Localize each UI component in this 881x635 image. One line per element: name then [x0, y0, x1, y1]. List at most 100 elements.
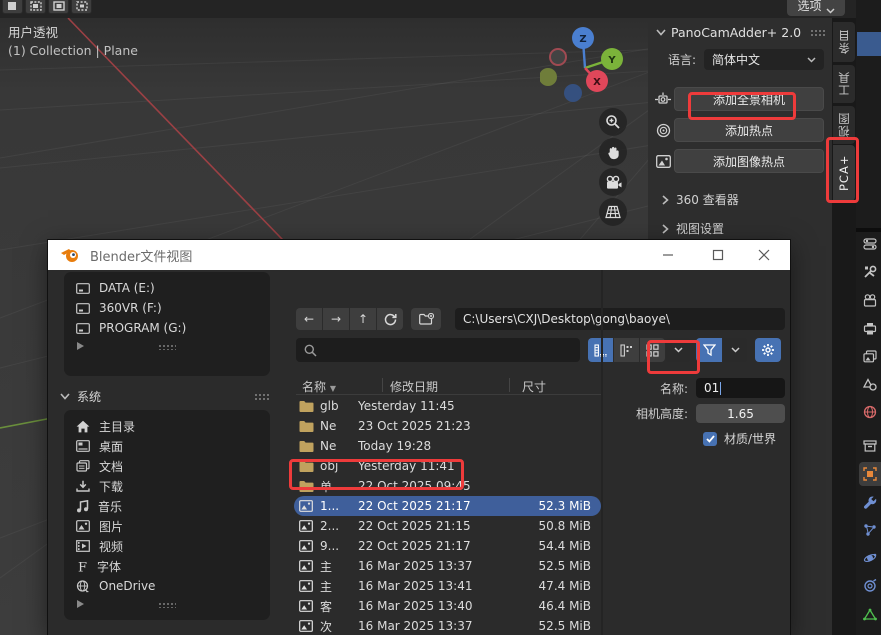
file-list-header: 名称 ▼ 修改日期 尺寸	[296, 376, 601, 395]
sidebar-item-fonts[interactable]: F 字体	[64, 556, 270, 576]
outliner-selected-row[interactable]	[857, 32, 881, 56]
column-name[interactable]: 名称 ▼	[302, 378, 336, 395]
hotspot-target-icon	[652, 123, 674, 138]
axis-neg-y	[540, 68, 557, 86]
system-box: 主目录 桌面 文档 下载	[64, 410, 270, 620]
maximize-button[interactable]	[696, 240, 740, 270]
file-list: glbYesterday 11:45 Ne23 Oct 2025 21:23 N…	[294, 396, 601, 635]
new-folder-button[interactable]	[411, 308, 441, 330]
folder-icon	[298, 460, 314, 472]
tab-tool-icon[interactable]	[859, 260, 881, 284]
panel-divider[interactable]	[601, 270, 603, 635]
refresh-button[interactable]	[377, 308, 403, 330]
tab-particles-icon[interactable]	[859, 518, 881, 542]
navigation-gizmo[interactable]: Z Y X	[540, 22, 650, 114]
zoom-tool[interactable]	[599, 108, 627, 136]
close-button[interactable]	[742, 240, 786, 270]
camera-height-field[interactable]: 1.65	[696, 404, 785, 423]
panel-drag-dots[interactable]	[810, 29, 826, 36]
tab-world-icon[interactable]	[859, 400, 881, 424]
system-expand-row[interactable]	[64, 596, 270, 613]
forward-button[interactable]: →	[323, 308, 349, 330]
tab-view[interactable]: 视图	[833, 106, 855, 144]
material-world-checkbox[interactable]	[703, 432, 717, 446]
column-date[interactable]: 修改日期	[390, 378, 438, 395]
tab-view-layer-icon[interactable]	[859, 344, 881, 368]
file-row[interactable]: 客16 Mar 2025 13:4046.4 MiB	[294, 596, 601, 616]
volume-360vr-f[interactable]: 360VR (F:)	[64, 298, 270, 318]
dialog-title: Blender文件视图	[90, 246, 192, 265]
name-input[interactable]: 01	[696, 378, 785, 398]
sidebar-item-desktop[interactable]: 桌面	[64, 436, 270, 456]
column-size[interactable]: 尺寸	[522, 378, 546, 395]
section-view-settings[interactable]: 视图设置	[648, 212, 832, 241]
file-row[interactable]: 主16 Mar 2025 13:3752.5 MiB	[294, 556, 601, 576]
up-button[interactable]: ↑	[350, 308, 376, 330]
sidebar-item-music[interactable]: 音乐	[64, 496, 270, 516]
file-row[interactable]: objYesterday 11:41	[294, 456, 601, 476]
editor-type-icon[interactable]	[859, 232, 881, 256]
tab-modifiers-icon[interactable]	[859, 490, 881, 514]
add-image-hotspot-button[interactable]: 添加图像热点	[674, 149, 824, 173]
dialog-titlebar[interactable]: Blender文件视图	[48, 240, 790, 270]
file-row[interactable]: NeToday 19:28	[294, 436, 601, 456]
file-row[interactable]: Ne23 Oct 2025 21:23	[294, 416, 601, 436]
tweak-select-mode-button[interactable]	[2, 0, 23, 14]
lasso-select-mode-button[interactable]	[71, 0, 92, 14]
system-section-header[interactable]: 系统	[60, 388, 274, 405]
tab-output-icon[interactable]	[859, 316, 881, 340]
pan-hand-tool[interactable]	[599, 138, 627, 166]
tab-tool[interactable]: 工具	[833, 65, 855, 103]
tab-render-icon[interactable]	[859, 288, 881, 312]
tab-pca-active[interactable]: PCA+	[833, 145, 855, 201]
tab-object-data-icon[interactable]	[859, 602, 881, 626]
volume-data-e[interactable]: DATA (E:)	[64, 278, 270, 298]
blender-window: 用户透视 (1) Collection | Plane Z Y X	[0, 0, 881, 635]
volumes-expand-row[interactable]	[64, 338, 270, 355]
file-row[interactable]: 9...22 Oct 2025 21:1754.4 MiB	[294, 536, 601, 556]
tab-physics-icon[interactable]	[859, 546, 881, 570]
active-object-label: (1) Collection | Plane	[8, 42, 138, 60]
add-hotspot-button[interactable]: 添加热点	[674, 118, 824, 142]
search-input[interactable]	[296, 338, 580, 362]
circle-select-mode-button[interactable]	[48, 0, 69, 14]
column-resize-handle[interactable]	[382, 378, 383, 392]
sidebar-item-documents[interactable]: 文档	[64, 456, 270, 476]
tab-item[interactable]: 条目	[833, 22, 855, 62]
sidebar-item-onedrive[interactable]: OneDrive	[64, 576, 270, 596]
image-file-icon	[298, 580, 314, 592]
blender-logo-icon	[60, 247, 80, 263]
sidebar-item-pictures[interactable]: 图片	[64, 516, 270, 536]
add-pano-camera-button[interactable]: 添加全景相机	[674, 87, 824, 111]
camera-data-icon	[652, 92, 674, 106]
box-select-mode-button[interactable]	[25, 0, 46, 14]
file-row[interactable]: 次16 Mar 2025 13:3752.5 MiB	[294, 616, 601, 635]
language-select[interactable]: 简体中文	[704, 49, 824, 70]
minimize-button[interactable]	[646, 240, 690, 270]
back-button[interactable]: ←	[296, 308, 322, 330]
tab-object-icon-active[interactable]	[859, 462, 881, 486]
music-note-icon	[76, 500, 89, 513]
grid-ortho-tool[interactable]	[599, 198, 627, 226]
tab-scene-icon[interactable]	[859, 372, 881, 396]
sidebar-item-videos[interactable]: 视频	[64, 536, 270, 556]
panel-collapse-icon[interactable]	[656, 29, 666, 36]
camera-view-tool[interactable]	[599, 168, 627, 196]
file-row[interactable]: 主16 Mar 2025 13:4147.4 MiB	[294, 576, 601, 596]
file-row[interactable]: 2...22 Oct 2025 21:1550.8 MiB	[294, 516, 601, 536]
file-row[interactable]: glbYesterday 11:45	[294, 396, 601, 416]
tab-constraints-icon[interactable]	[859, 574, 881, 598]
sidebar-item-home[interactable]: 主目录	[64, 416, 270, 436]
axis-neg-x	[550, 49, 566, 65]
options-dropdown[interactable]: 选项	[787, 0, 845, 16]
chevron-down-icon	[60, 393, 70, 400]
section-360-viewer[interactable]: 360 查看器	[648, 183, 832, 212]
file-row-selected[interactable]: 1...22 Oct 2025 21:1752.3 MiB	[294, 496, 601, 516]
image-file-icon	[298, 620, 314, 632]
sidebar-item-downloads[interactable]: 下载	[64, 476, 270, 496]
file-row[interactable]: 单22 Oct 2025 09:45	[294, 476, 601, 496]
volume-program-g[interactable]: PROGRAM (G:)	[64, 318, 270, 338]
check-icon	[706, 435, 715, 443]
column-resize-handle[interactable]	[509, 378, 510, 392]
tab-collection-icon[interactable]	[859, 434, 881, 458]
